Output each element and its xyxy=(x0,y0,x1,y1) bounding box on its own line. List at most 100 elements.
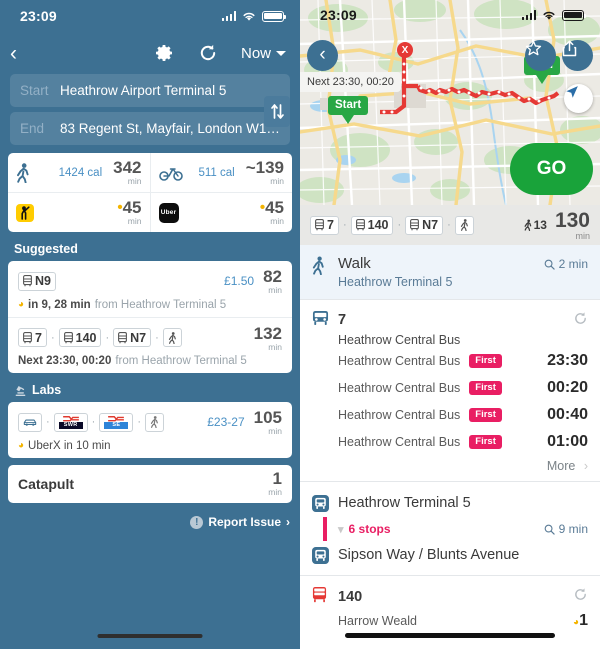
departure-row[interactable]: Heathrow Central Bus First 23:30 xyxy=(338,347,588,374)
chevron-down-icon: ▾ xyxy=(338,523,344,536)
step-walk-minutes: 2 min xyxy=(558,257,588,271)
departure-row[interactable]: Heathrow Central Bus First 00:20 xyxy=(338,374,588,401)
battery-icon xyxy=(562,9,587,21)
suggested-route-0-departure: in 9, 28 min xyxy=(28,298,91,311)
suggested-route-0-origin: from Heathrow Terminal 5 xyxy=(94,298,227,311)
battery-icon xyxy=(262,10,287,22)
back-button[interactable]: ‹ xyxy=(10,43,36,64)
departure-live-value: 1 xyxy=(579,611,588,629)
leg-alight[interactable]: Sipson Way / Blunts Avenue xyxy=(312,543,588,567)
chevron-right-icon: › xyxy=(583,459,588,473)
departure-row[interactable]: Heathrow Central Bus First 00:40 xyxy=(338,401,588,428)
chip-separator: · xyxy=(397,219,402,231)
route-chip-bus: 7 xyxy=(18,328,47,348)
navigation-arrow-icon xyxy=(566,86,578,98)
step-bus-140-route: 140 xyxy=(338,588,363,605)
suggested-route-1-duration: 132 min xyxy=(254,325,282,352)
time-mode-selector[interactable]: Now xyxy=(241,45,286,62)
suggested-route-1-origin: from Heathrow Terminal 5 xyxy=(115,355,247,367)
share-button[interactable] xyxy=(562,40,593,71)
departure-stop: Heathrow Central Bus xyxy=(338,353,461,368)
refresh-icon[interactable] xyxy=(573,587,588,606)
more-departures-button[interactable]: More › xyxy=(312,455,588,475)
suggested-route-1-departure: Next 23:30, 00:20 xyxy=(18,355,112,367)
mode-taxi[interactable]: •45 min xyxy=(8,193,150,232)
summary-chip-label: 7 xyxy=(327,218,334,232)
suggested-route-0[interactable]: N9 £1.50 82 min ◕ in 9, 28 min from Heat… xyxy=(8,261,292,317)
summary-chip-walk xyxy=(454,215,474,235)
map-back-button[interactable]: ‹ xyxy=(307,40,338,71)
duration-unit: min xyxy=(268,487,282,498)
suggested-route-1[interactable]: 7 · 140 · N7 · 132 min Next 23:30, 00:20… xyxy=(8,316,292,374)
mode-walk[interactable]: 1424 cal 342 min xyxy=(8,153,150,192)
catapult-card[interactable]: Catapult 1 min xyxy=(8,464,292,503)
leg-minutes: 9 min xyxy=(558,522,588,536)
mode-walk-calories: 1424 cal xyxy=(58,166,103,179)
start-pin-label: Start xyxy=(328,96,369,115)
departure-row-140[interactable]: Harrow Weald ◕1 xyxy=(338,607,588,634)
labs-heading: Labs xyxy=(0,373,300,402)
bus-icon xyxy=(23,331,32,344)
labs-routes-card: · SWR · SE · £23-27 105 min ◕ UberX in 1… xyxy=(8,402,292,458)
journey-steps-list[interactable]: Walk Heathrow Terminal 5 2 min 7 Heathro… xyxy=(300,245,600,649)
step-bus-140[interactable]: 140 Harrow Weald ◕1 xyxy=(300,575,600,640)
report-issue-button[interactable]: ! Report Issue › xyxy=(190,515,290,529)
live-signal-icon: ◕ xyxy=(18,440,25,451)
leg-board[interactable]: Heathrow Terminal 5 xyxy=(312,491,588,515)
leg-line xyxy=(312,517,338,541)
gear-icon[interactable] xyxy=(153,42,175,64)
labs-route-0[interactable]: · SWR · SE · £23-27 105 min ◕ UberX in 1… xyxy=(8,402,292,458)
start-field[interactable]: Start Heathrow Airport Terminal 5 xyxy=(10,74,290,107)
summary-chips: 7 · 140 · N7 · xyxy=(310,215,524,235)
catapult-label: Catapult xyxy=(18,475,74,492)
operator-badge: First xyxy=(469,407,502,422)
locate-me-button[interactable] xyxy=(564,84,593,113)
exclamation-icon: ! xyxy=(190,515,204,529)
mode-walk-unit: min xyxy=(127,176,142,187)
taxi-car-icon xyxy=(23,419,37,426)
departure-time: 01:00 xyxy=(547,432,588,450)
chip-separator: · xyxy=(91,416,96,429)
departure-time: 00:20 xyxy=(547,378,588,396)
step-bus-7[interactable]: 7 Heathrow Central Bus Heathrow Central … xyxy=(300,299,600,481)
end-label: End xyxy=(20,121,45,136)
favourite-button[interactable] xyxy=(525,40,556,71)
swap-endpoints-button[interactable] xyxy=(264,96,290,127)
chip-separator: · xyxy=(342,219,347,231)
bus-icon xyxy=(312,586,338,607)
duration-unit: min xyxy=(268,341,282,352)
departure-row[interactable]: Heathrow Central Bus First 01:00 xyxy=(338,428,588,455)
mode-uber-duration: •45 min xyxy=(260,199,284,226)
labs-label: Labs xyxy=(32,383,62,397)
route-map[interactable]: 23:09 ‹ X Start Next 23:30, 00:20 GO xyxy=(300,0,600,205)
magnifier-icon xyxy=(544,524,555,535)
mode-uber[interactable]: Uber •45 min xyxy=(149,193,293,232)
left-nav-bar: ‹ Now xyxy=(0,32,300,74)
live-signal-icon: ◕ xyxy=(18,299,25,310)
start-pin[interactable]: Start xyxy=(328,96,369,124)
summary-chip-bus: N7 xyxy=(405,215,444,235)
step-walk[interactable]: Walk Heathrow Terminal 5 2 min xyxy=(300,245,600,299)
incident-marker[interactable]: X xyxy=(397,42,413,58)
microscope-icon xyxy=(15,385,26,396)
mode-bike-duration: ~139 min xyxy=(246,159,284,186)
bus-icon xyxy=(315,219,324,231)
expand-stops-button[interactable]: ▾ 6 stops xyxy=(338,522,544,536)
step-walk-duration: 2 min xyxy=(544,255,588,271)
refresh-icon[interactable] xyxy=(573,311,588,330)
chip-separator: · xyxy=(447,219,451,231)
modes-row-top: 1424 cal 342 min 511 cal ~139 min xyxy=(8,153,292,192)
route-chip-swr: SWR xyxy=(53,412,88,432)
route-chip-bus: N9 xyxy=(18,271,56,291)
left-status-bar: 23:09 xyxy=(0,0,300,32)
refresh-icon[interactable] xyxy=(197,42,219,64)
end-field[interactable]: End 83 Regent St, Mayfair, London W1B 4E… xyxy=(10,112,290,145)
uber-icon: Uber xyxy=(158,202,183,223)
cellular-signal-icon xyxy=(221,11,236,21)
departure-live: ◕1 xyxy=(417,612,588,630)
go-button[interactable]: GO xyxy=(510,143,593,195)
departure-stop: Harrow Weald xyxy=(338,613,417,628)
mode-bike-calories: 511 cal xyxy=(198,166,235,179)
uber-logo: Uber xyxy=(158,202,179,223)
mode-bike[interactable]: 511 cal ~139 min xyxy=(149,153,293,192)
